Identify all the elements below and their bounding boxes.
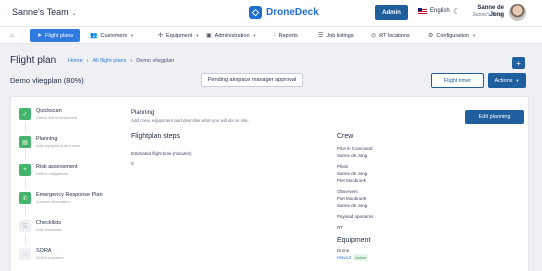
phone-icon: ✆: [19, 192, 31, 204]
estimated-flight-time-label: Estimated flight time (minutes): [131, 151, 192, 156]
clipboard-icon: ▤: [19, 136, 31, 148]
add-button[interactable]: +: [512, 57, 525, 69]
document-icon: ▭: [19, 248, 31, 260]
step-connector: [25, 122, 26, 132]
pilots-label: Pilots: [337, 164, 349, 169]
pilot-name: Sanne de Jong: [337, 171, 368, 176]
briefcase-icon: ▣: [206, 33, 212, 39]
chevron-down-icon: ▼: [252, 33, 257, 38]
drone-icon: ✣: [158, 33, 164, 39]
crew-panel: Crew Pilot in Command Sanne de Jong Pilo…: [337, 133, 457, 261]
brand-name: DroneDeck: [266, 7, 319, 18]
step-emergency-response-plan[interactable]: ✆ Emergency Response Plan Contact inform…: [17, 189, 119, 217]
step-connector: [25, 206, 26, 216]
avatar[interactable]: [509, 4, 526, 21]
check-icon: ✓: [19, 108, 31, 120]
chevron-down-icon: ⌄: [71, 11, 77, 17]
nav-administration[interactable]: ▣ Administration ▼: [206, 29, 257, 42]
checklist-icon: ☰: [19, 220, 31, 232]
status-badge: Active: [353, 254, 369, 261]
breadcrumb-current: Demo vliegplan: [136, 58, 175, 64]
dark-mode-icon[interactable]: ☾: [453, 7, 460, 16]
estimated-flight-time-value: 0: [131, 161, 134, 166]
language-label: English: [430, 8, 450, 14]
chevron-down-icon: ▼: [472, 33, 477, 38]
drone-logo-icon: ◇: [249, 6, 262, 19]
pending-approval-status[interactable]: Pending airspace manager approval: [201, 73, 303, 87]
uk-flag-icon: [418, 8, 427, 14]
nav-rt-locations[interactable]: ◎ RT locations: [371, 29, 410, 42]
nav-equipment[interactable]: ✣ Equipment ▼: [158, 29, 199, 42]
pic-name: Sanne de Jong: [337, 153, 368, 158]
nav-job-listings[interactable]: ☰ Job listings: [318, 29, 354, 42]
chart-icon: ⫶: [274, 32, 276, 38]
language-selector[interactable]: English: [418, 8, 450, 14]
section-subtitle: Add crew, equipment and describe what yo…: [131, 118, 249, 123]
drone-label: Drone: [337, 248, 350, 253]
brand[interactable]: ◇ DroneDeck: [249, 6, 319, 19]
breadcrumb-home[interactable]: Home: [68, 58, 83, 64]
edit-planning-button[interactable]: Edit planning: [465, 110, 524, 124]
rt-label: RT: [337, 225, 343, 230]
step-list: ✓ Quickscan Check the environment ▤ Plan…: [17, 105, 119, 271]
flightplan-steps-heading: Flightplan steps: [131, 133, 181, 140]
step-checklists[interactable]: ☰ Checklists Add checklists: [17, 217, 119, 245]
chevron-down-icon: ▼: [515, 78, 520, 83]
chevron-down-icon: ▼: [130, 33, 135, 38]
step-quickscan[interactable]: ✓ Quickscan Check the environment: [17, 105, 119, 133]
crew-heading: Crew: [337, 133, 354, 140]
page-title: Flight plan: [10, 55, 57, 66]
admin-button[interactable]: Admin: [375, 5, 408, 20]
step-risk-assessment[interactable]: + Risk assessment Define mitigations: [17, 161, 119, 189]
step-sora[interactable]: ▭ SORA SORA outcome: [17, 245, 119, 271]
plus-icon: +: [19, 164, 31, 176]
step-connector: [25, 150, 26, 160]
gear-icon: ⚙: [428, 33, 434, 39]
step-planning[interactable]: ▤ Planning Add equipment and crew: [17, 133, 119, 161]
flight-plan-title: Demo vliegplan (80%): [10, 76, 84, 85]
list-icon: ☰: [318, 33, 324, 39]
nav-reports[interactable]: ⫶ Reports: [274, 29, 298, 42]
flight-plan-card: ✓ Quickscan Check the environment ▤ Plan…: [10, 96, 529, 271]
step-connector: [25, 178, 26, 188]
payload-operators-label: Payload operators: [337, 214, 374, 219]
pilot-name: Piet Moobroek: [337, 178, 367, 183]
breadcrumb-separator: ›: [86, 58, 89, 64]
drone-link[interactable]: Mavic2: [337, 255, 351, 260]
actions-button[interactable]: Actions ▼: [488, 73, 526, 88]
step-connector: [25, 234, 26, 244]
top-bar: Sanne's Team ⌄ ◇ DroneDeck Admin English …: [0, 0, 542, 27]
equipment-heading: Equipment: [337, 237, 371, 244]
main-nav: ⌂ ➤ Flight plans 👥 Customers ▼ ✣ Equipment ▼ …: [0, 27, 542, 44]
chevron-down-icon: ▼: [195, 33, 200, 38]
observers-label: Observers: [337, 189, 358, 194]
observer-name: Piet Moobroek: [337, 196, 367, 201]
home-icon[interactable]: ⌂: [10, 29, 17, 42]
send-icon: ➤: [37, 33, 43, 39]
team-name: Sanne's Team: [12, 7, 69, 17]
flight-timer-button[interactable]: Flight timer: [431, 73, 484, 88]
section-title: Planning: [131, 110, 155, 116]
pic-label: Pilot in Command: [337, 146, 373, 151]
users-icon: 👥: [90, 33, 98, 39]
nav-configuration[interactable]: ⚙ Configuration ▼: [428, 29, 476, 42]
breadcrumb: Home › All flight plans › Demo vliegplan: [68, 58, 174, 64]
user-team: Sanne's Team: [472, 12, 504, 18]
nav-customers[interactable]: 👥 Customers ▼: [90, 29, 134, 42]
breadcrumb-all-flight-plans[interactable]: All flight plans: [93, 58, 127, 64]
target-icon: ◎: [371, 33, 377, 39]
nav-flight-plans[interactable]: ➤ Flight plans: [30, 29, 81, 42]
team-switcher[interactable]: Sanne's Team ⌄: [12, 7, 77, 17]
breadcrumb-separator: ›: [130, 58, 133, 64]
drone-row: Mavic2 Active: [337, 254, 457, 261]
observer-name: Sanne de Jong: [337, 203, 368, 208]
